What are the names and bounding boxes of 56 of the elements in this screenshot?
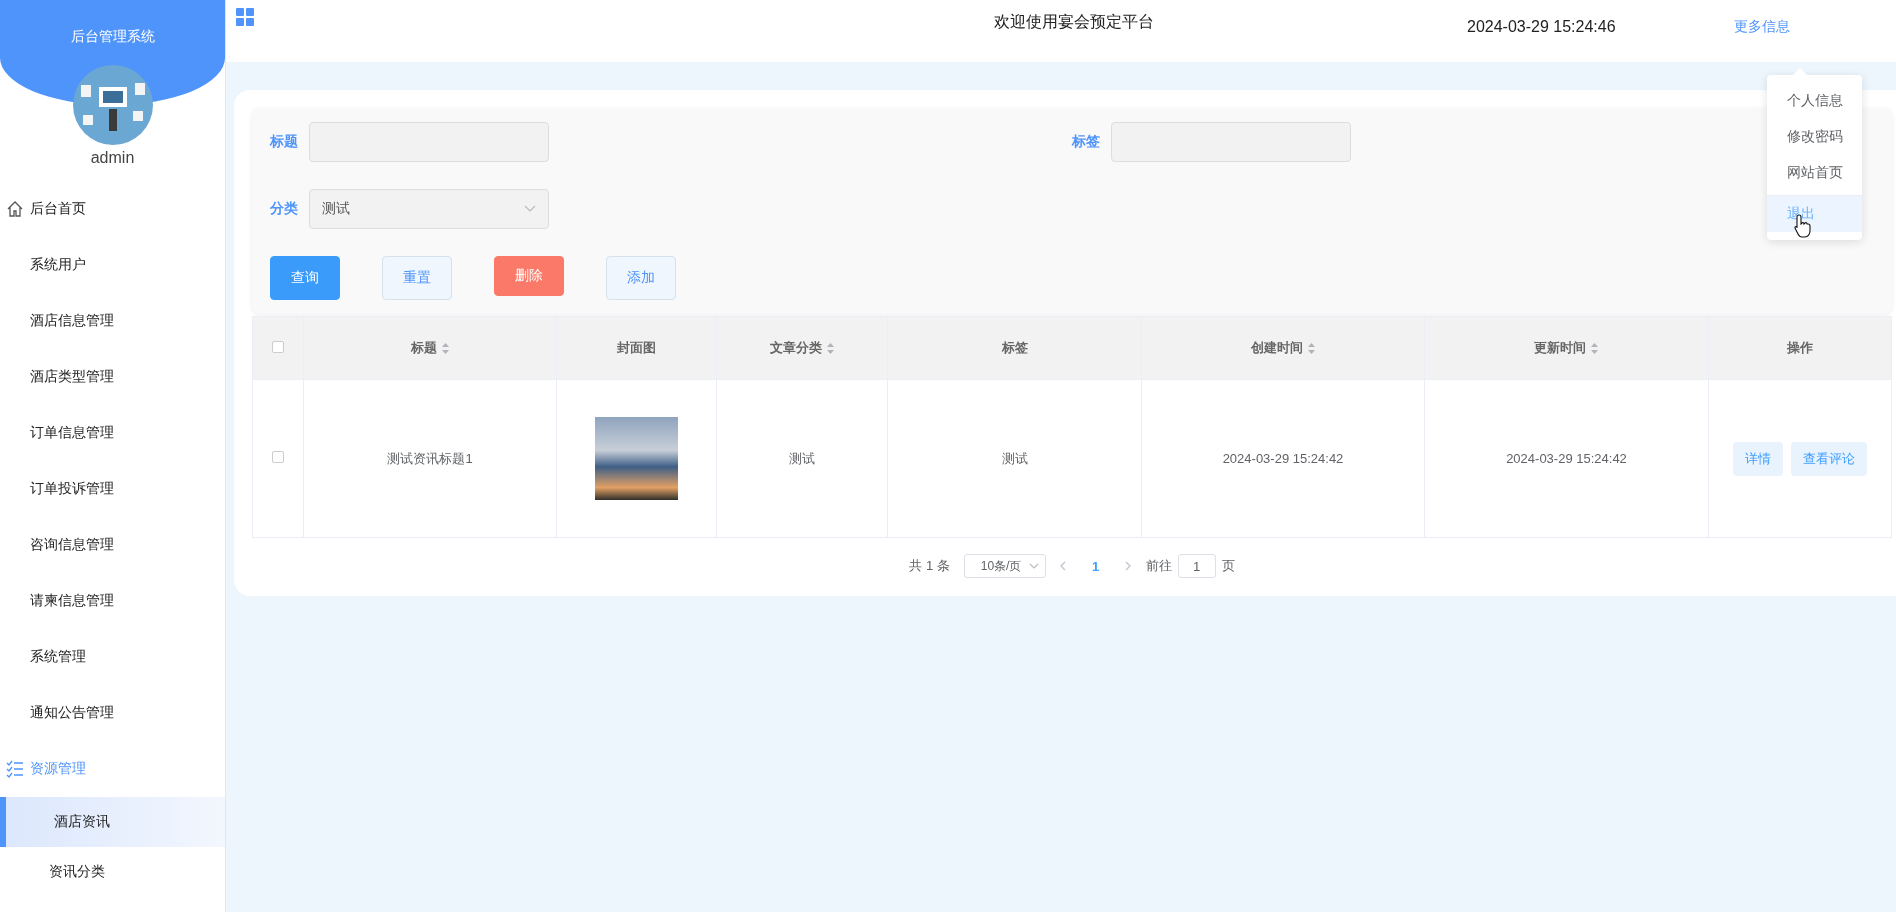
table-cell: 测试 xyxy=(789,449,815,468)
menu-item[interactable]: 酒店信息管理 xyxy=(0,293,225,349)
chevron-right-icon[interactable] xyxy=(1124,561,1132,571)
chevron-left-icon[interactable] xyxy=(1059,561,1067,571)
menu-item[interactable]: 通知公告管理 xyxy=(0,685,225,741)
submenu-item[interactable]: 酒店资讯 xyxy=(0,797,225,847)
text-input[interactable] xyxy=(309,122,549,162)
app-title: 后台管理系统 xyxy=(70,28,155,46)
avatar-icon xyxy=(72,65,153,145)
grid-menu-icon[interactable] xyxy=(236,8,254,26)
table-cell: 测试资讯标题1 xyxy=(387,449,473,468)
field-label: 分类 xyxy=(270,200,299,218)
column-header[interactable]: 更新时间 xyxy=(1534,339,1599,357)
home-icon xyxy=(6,200,24,218)
table-cell: 测试 xyxy=(1001,449,1028,468)
column-header: 封面图 xyxy=(617,339,656,357)
menu-item[interactable]: 个人信息 xyxy=(1767,83,1862,119)
goto-label: 前往 xyxy=(1145,557,1172,575)
menu-item[interactable]: 请柬信息管理 xyxy=(0,573,225,629)
menu-item[interactable]: 订单信息管理 xyxy=(0,405,225,461)
table-cell: 2024-03-29 15:24:42 xyxy=(1222,451,1344,466)
sort-icon[interactable] xyxy=(440,341,450,355)
column-header[interactable]: 文章分类 xyxy=(769,339,835,357)
menu-item[interactable]: 系统管理 xyxy=(0,629,225,685)
menu-item[interactable]: 网站首页 xyxy=(1767,155,1862,191)
menu-item[interactable]: 系统用户 xyxy=(0,237,225,293)
current-datetime: 2024-03-29 15:24:46 xyxy=(1467,17,1617,36)
menu-item[interactable]: 后台首页 xyxy=(0,181,225,237)
menu-item[interactable]: 酒店类型管理 xyxy=(0,349,225,405)
field-label: 标题 xyxy=(270,133,299,151)
page-suffix: 页 xyxy=(1221,557,1235,575)
column-header[interactable]: 标题 xyxy=(410,339,450,357)
table-cell: 2024-03-29 15:24:42 xyxy=(1506,451,1627,466)
chevron-down-icon xyxy=(1028,562,1039,570)
sort-icon[interactable] xyxy=(1306,341,1316,355)
submenu-item[interactable]: 资讯分类 xyxy=(0,847,225,897)
column-header[interactable]: 创建时间 xyxy=(1250,339,1316,357)
column-header: 标签 xyxy=(1001,339,1028,357)
list-icon xyxy=(6,760,24,778)
column-header: 操作 xyxy=(1787,339,1813,357)
row-checkbox[interactable] xyxy=(272,451,284,463)
select-all-checkbox[interactable] xyxy=(272,340,284,353)
chevron-down-icon xyxy=(524,205,536,213)
field-label: 标签 xyxy=(1072,133,1101,151)
username: admin xyxy=(90,149,135,167)
text-input[interactable] xyxy=(1111,122,1351,162)
total-count: 共 1 条 xyxy=(909,557,950,575)
menu-item[interactable]: 订单投诉管理 xyxy=(0,461,225,517)
welcome-title: 欢迎使用宴会预定平台 xyxy=(994,12,1155,32)
sort-icon[interactable] xyxy=(1590,341,1599,355)
select-field[interactable]: 测试 xyxy=(309,189,549,229)
menu-item[interactable]: 修改密码 xyxy=(1767,119,1862,155)
menu-item[interactable]: 咨询信息管理 xyxy=(0,517,225,573)
page-size-select[interactable]: 10条/页 xyxy=(963,554,1046,578)
page-input[interactable]: 1 xyxy=(1177,554,1216,578)
sort-icon[interactable] xyxy=(825,341,835,355)
